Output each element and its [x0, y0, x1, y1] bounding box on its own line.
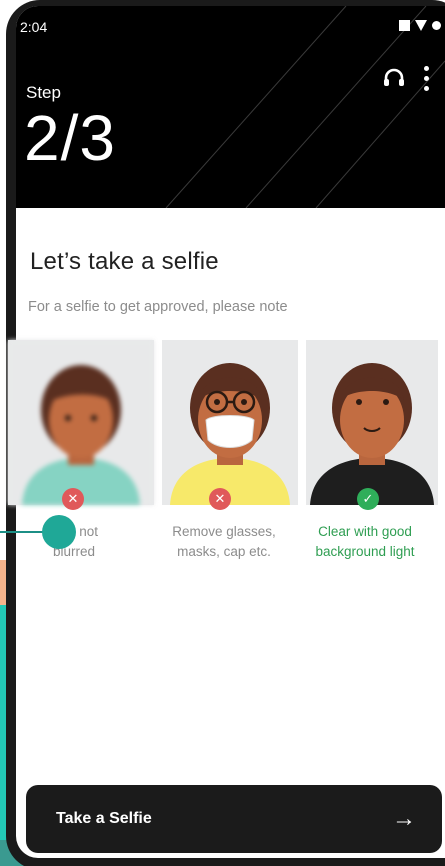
- guideline-caption-good-light: Clear with good background light: [295, 522, 435, 562]
- caption-line: masks, cap etc.: [177, 544, 271, 559]
- status-time: 2:04: [20, 19, 48, 35]
- status-icons: [399, 20, 441, 31]
- caption-line: Remove glasses,: [172, 524, 276, 539]
- blurred-face-illustration: [8, 340, 154, 505]
- wifi-icon: [415, 20, 427, 31]
- step-counter: 2/3: [24, 102, 116, 174]
- caption-line: background light: [315, 544, 415, 559]
- step-label: Step: [26, 83, 61, 102]
- clear-face-illustration: [306, 340, 438, 505]
- callout-pointer-line: [0, 531, 44, 533]
- page-subtitle: For a selfie to get approved, please not…: [28, 299, 288, 315]
- callout-pointer-dot: [42, 515, 76, 549]
- stop-icon: [399, 20, 410, 31]
- caption-line: Clear with good: [318, 524, 412, 539]
- guideline-card-good-light: [306, 340, 438, 505]
- close-icon: ✕: [209, 488, 231, 510]
- masked-face-illustration: [162, 340, 298, 505]
- page-title: Let’s take a selfie: [30, 248, 219, 275]
- headset-icon[interactable]: [381, 66, 407, 92]
- battery-icon: [432, 21, 441, 30]
- take-selfie-label: Take a Selfie: [56, 810, 152, 827]
- caption-line: blurred: [52, 544, 96, 559]
- guideline-caption-accessories: Remove glasses, masks, cap etc.: [154, 522, 294, 562]
- close-icon: ✕: [62, 488, 84, 510]
- take-selfie-button[interactable]: Take a Selfie →: [26, 785, 442, 853]
- guideline-card-blurred: [8, 340, 154, 505]
- check-icon: ✓: [357, 488, 379, 510]
- step-header: 2:04 Step 2/3: [16, 6, 445, 208]
- more-vert-icon[interactable]: [424, 66, 429, 91]
- arrow-right-icon: →: [392, 805, 416, 832]
- guideline-card-no-accessories: [162, 340, 298, 505]
